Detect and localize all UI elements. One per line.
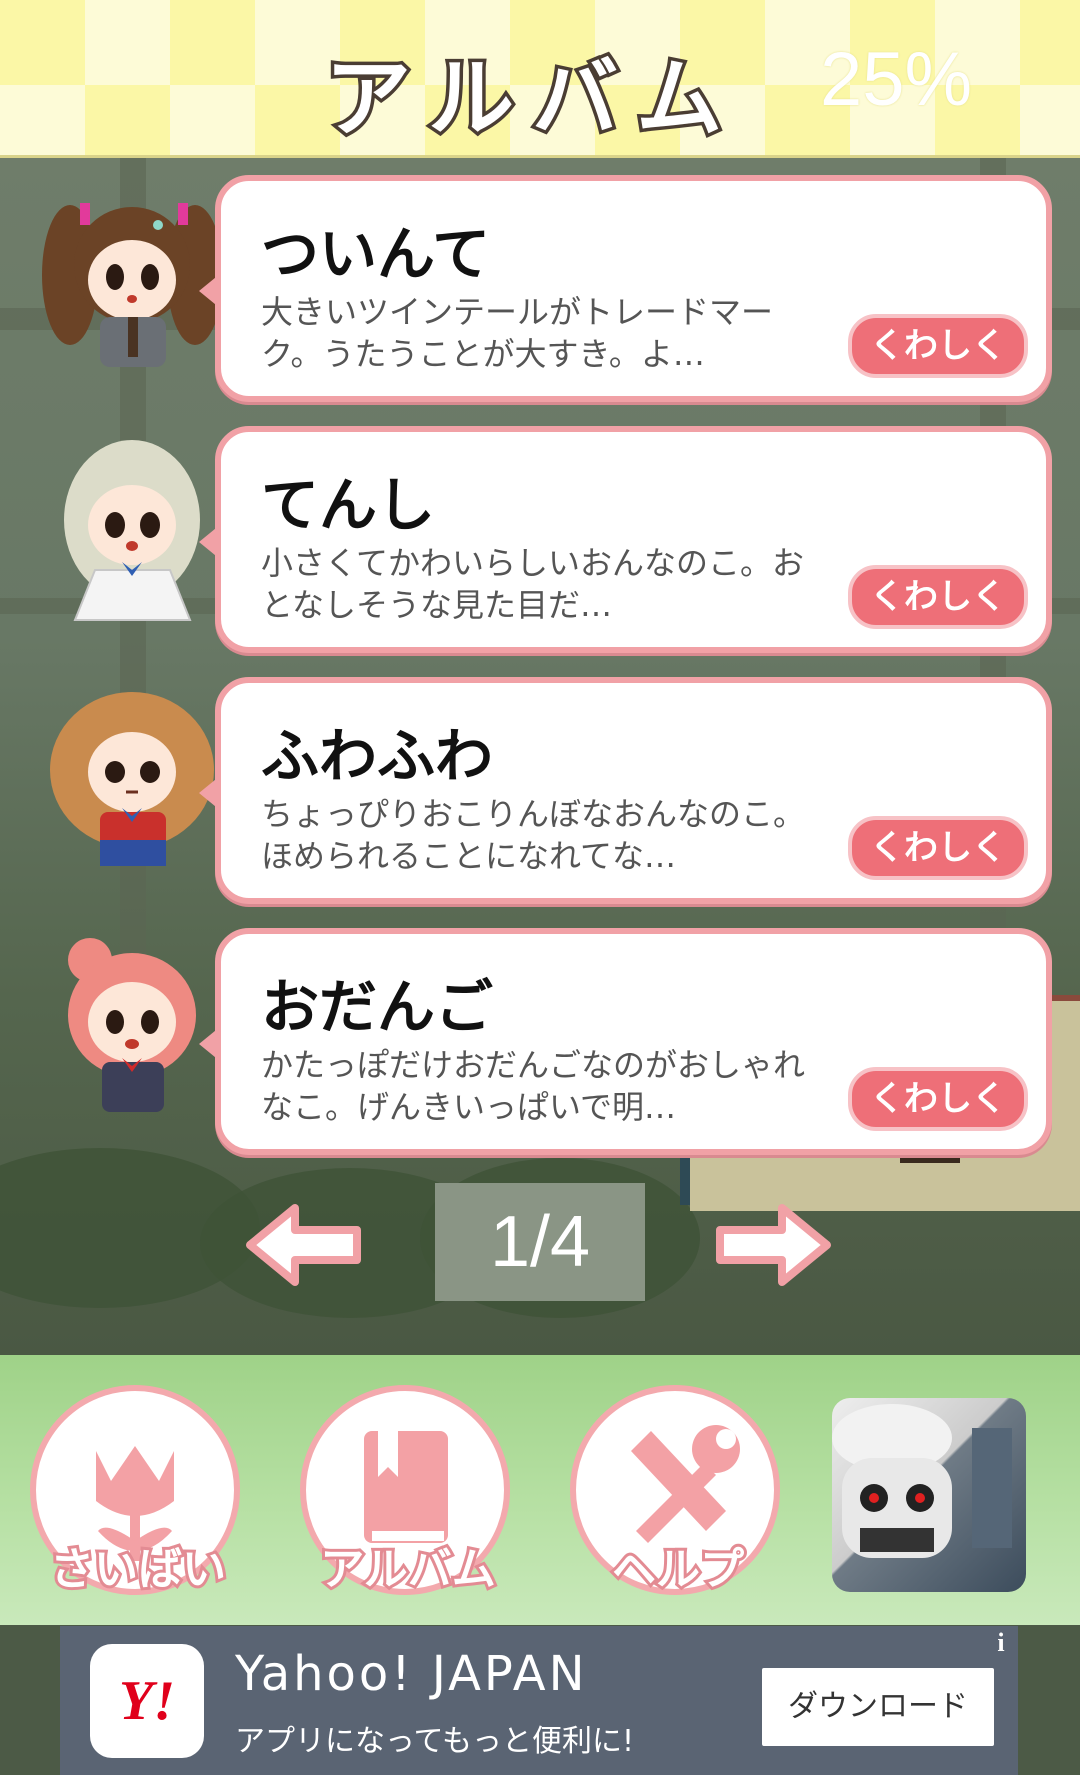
- character-card-twintail: ついんて 大きいツインテールがトレードマーク。うたうことが大すき。よ… くわしく: [199, 175, 1052, 402]
- character-name: てんし: [261, 471, 436, 539]
- character-name: ついんて: [261, 220, 491, 288]
- ad-subtitle: アプリになってもっと便利に!: [235, 1724, 635, 1759]
- character-avatar-odango: [68, 938, 196, 1112]
- details-button[interactable]: くわしく: [848, 1067, 1028, 1131]
- nav-button-album[interactable]: アルバム: [300, 1385, 510, 1598]
- character-description: かたっぽだけおだんごなのがおしゃれなこ。げんきいっぱいで明…: [261, 1046, 806, 1126]
- character-description: 小さくてかわいらしいおんなのこ。おとなしそうな見た目だ…: [261, 544, 805, 624]
- nav-label: さいばい: [47, 1541, 229, 1598]
- page-title: アルバム: [321, 46, 741, 153]
- ad-banner[interactable]: Y! Yahoo! JAPAN アプリになってもっと便利に! ダウンロード i: [60, 1626, 1018, 1775]
- details-button[interactable]: くわしく: [848, 314, 1028, 378]
- prev-page-arrow-icon[interactable]: [245, 1200, 365, 1290]
- character-card-angel: てんし 小さくてかわいらしいおんなのこ。おとなしそうな見た目だ… くわしく: [199, 426, 1052, 653]
- nav-label: アルバム: [317, 1541, 499, 1598]
- nav-label: ヘルプ: [609, 1541, 747, 1598]
- page-indicator: 1/4: [435, 1183, 645, 1301]
- character-description: 大きいツインテールがトレードマーク。うたうことが大すき。よ…: [261, 293, 774, 373]
- nav-button-help[interactable]: ヘルプ: [570, 1385, 780, 1598]
- character-card-fluffy: ふわふわ ちょっぴりおこりんぼなおんなのこ。ほめられることになれてな… くわしく: [199, 677, 1052, 904]
- game-ad-thumbnail[interactable]: [832, 1398, 1026, 1592]
- character-avatar-fluffy: [50, 692, 214, 866]
- character-name: ふわふわ: [261, 722, 494, 790]
- completion-percent: 25%: [820, 37, 973, 122]
- ad-title: Yahoo! JAPAN: [235, 1646, 588, 1702]
- next-page-arrow-icon[interactable]: [712, 1200, 832, 1290]
- character-name: おだんご: [261, 973, 494, 1041]
- nav-button-cultivate[interactable]: さいばい: [30, 1385, 240, 1598]
- header-bar: アルバム 25%: [0, 0, 1080, 158]
- ad-download-button[interactable]: ダウンロード: [762, 1668, 994, 1746]
- character-description: ちょっぴりおこりんぼなおんなのこ。ほめられることになれてな…: [261, 795, 806, 875]
- ad-info-icon[interactable]: i: [984, 1626, 1018, 1660]
- character-avatar-angel: [64, 440, 200, 621]
- character-avatar-twintail: [42, 203, 223, 367]
- yahoo-logo: Y!: [90, 1644, 204, 1758]
- character-card-odango: おだんご かたっぽだけおだんごなのがおしゃれなこ。げんきいっぱいで明… くわしく: [199, 928, 1052, 1155]
- details-button[interactable]: くわしく: [848, 816, 1028, 880]
- details-button[interactable]: くわしく: [848, 565, 1028, 629]
- skull-icon: [832, 1404, 1012, 1558]
